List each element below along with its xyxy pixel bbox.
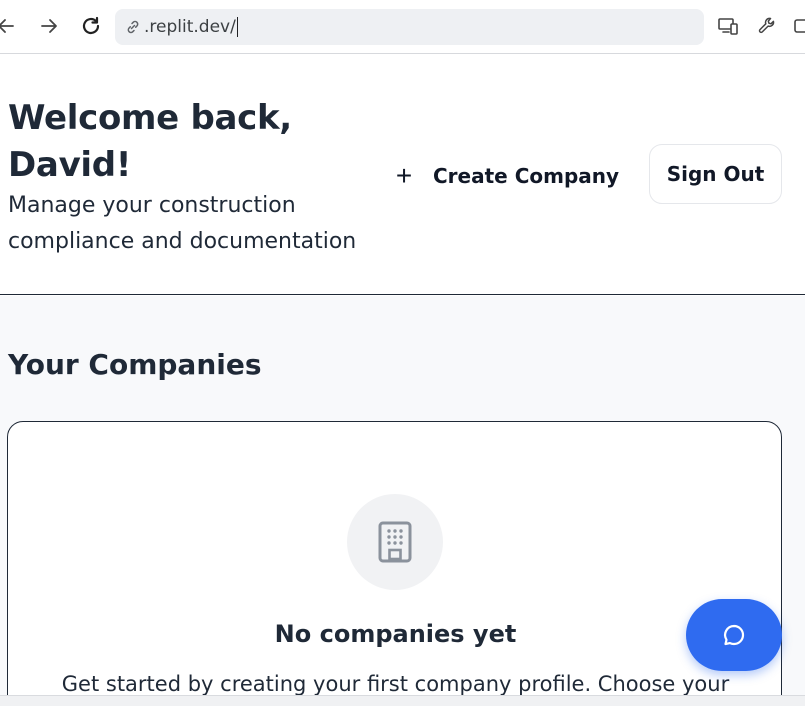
chat-button[interactable]	[686, 599, 782, 671]
horizontal-scrollbar[interactable]	[0, 695, 805, 706]
page-header: Welcome back, David! Manage your constru…	[0, 55, 805, 295]
empty-state-title: No companies yet	[274, 620, 517, 648]
arrow-left-icon	[0, 19, 14, 33]
empty-state-card: No companies yet Get started by creating…	[7, 421, 782, 706]
devices-button[interactable]	[714, 12, 742, 40]
building-icon	[347, 494, 443, 590]
link-icon	[123, 17, 143, 37]
reload-icon	[82, 16, 100, 35]
plus-icon: +	[395, 160, 413, 191]
back-button[interactable]	[0, 12, 20, 40]
create-company-label: Create Company	[433, 164, 620, 188]
text-cursor	[236, 17, 238, 37]
sign-out-button[interactable]: Sign Out	[649, 144, 782, 204]
url-text: .replit.dev/	[144, 17, 236, 37]
section-title: Your Companies	[8, 348, 262, 381]
page-title: Welcome back, David!	[8, 98, 292, 185]
arrow-right-icon	[41, 19, 57, 33]
extension-button[interactable]	[788, 12, 805, 40]
devtools-button[interactable]	[753, 12, 781, 40]
wrench-icon	[758, 17, 775, 34]
forward-button[interactable]	[35, 12, 63, 40]
page-subtitle: Manage your construction compliance and …	[8, 193, 357, 254]
reload-button[interactable]	[77, 12, 105, 40]
browser-toolbar: .replit.dev/	[0, 0, 805, 54]
chat-bubble-icon	[724, 624, 745, 646]
empty-state-description: Get started by creating your first compa…	[61, 672, 730, 696]
address-bar[interactable]: .replit.dev/	[115, 9, 704, 45]
main-content: Your Companies No companies yet Get star…	[0, 296, 805, 706]
window-icon	[794, 19, 805, 33]
create-company-button[interactable]: + Create Company	[392, 156, 619, 196]
devices-icon	[718, 18, 738, 35]
